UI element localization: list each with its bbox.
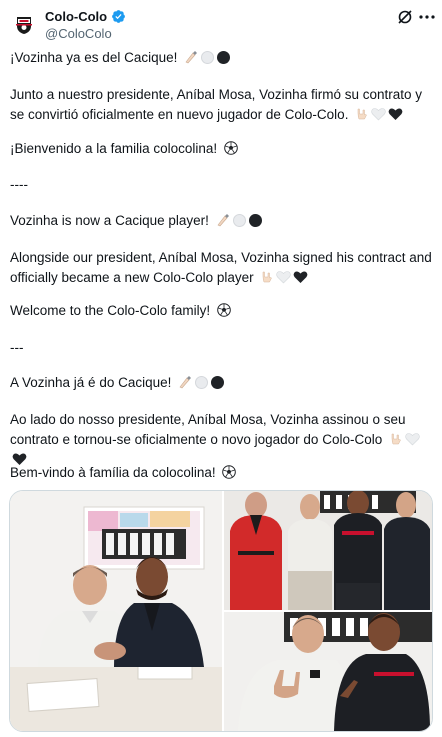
pt-body-text: Ao lado do nosso presidente, Aníbal Mosa… (10, 412, 406, 447)
black-heart-icon (388, 107, 403, 121)
post-line-en-welcome: Welcome to the Colo-Colo family! (10, 301, 435, 321)
soccer-ball-icon (222, 465, 237, 479)
white-heart-icon (276, 270, 292, 284)
post-line-es-title: ¡Vozinha ya es del Cacique! (10, 48, 435, 68)
more-options-icon[interactable] (418, 10, 436, 24)
verified-badge-icon (111, 9, 126, 24)
grok-icon[interactable] (397, 9, 413, 25)
post-line-en-body: Alongside our president, Aníbal Mosa, Vo… (10, 248, 435, 288)
group-photo[interactable] (224, 491, 432, 610)
en-welcome-text: Welcome to the Colo-Colo family! (10, 303, 211, 318)
rock-hand-icon (355, 107, 369, 121)
black-circle-icon (211, 376, 225, 389)
writing-hand-icon (178, 375, 192, 389)
writing-hand-icon (216, 213, 230, 227)
avatar[interactable] (11, 11, 37, 37)
separator-2: --- (10, 340, 24, 355)
black-circle-icon (248, 214, 262, 227)
post-line-es-welcome: ¡Bienvenido a la familia colocolina! (10, 139, 435, 159)
black-heart-icon (293, 270, 308, 284)
signing-photo[interactable] (10, 491, 222, 731)
pt-welcome-text: Bem-vindo à família da colocolina! (10, 465, 216, 480)
en-body-text: Alongside our president, Aníbal Mosa, Vo… (10, 250, 432, 285)
post-line-pt-body: Ao lado do nosso presidente, Aníbal Mosa… (10, 410, 435, 470)
media-grid (9, 490, 433, 732)
writing-hand-icon (184, 50, 198, 64)
white-heart-icon (405, 432, 420, 446)
rock-hand-icon (260, 270, 274, 284)
colo-colo-crest-icon (11, 11, 37, 37)
post-line-es-body: Junto a nuestro presidente, Aníbal Mosa,… (10, 85, 435, 125)
pt-title-text: A Vozinha já é do Cacique! (10, 375, 172, 390)
handshake-photo[interactable] (224, 612, 432, 731)
author-handle[interactable]: @ColoColo (45, 26, 112, 41)
black-circle-icon (217, 51, 231, 64)
es-welcome-text: ¡Bienvenido a la familia colocolina! (10, 141, 218, 156)
rock-hand-icon (389, 432, 403, 446)
author-display-name[interactable]: Colo-Colo (45, 9, 107, 24)
separator-1: ---- (10, 177, 28, 192)
post-line-pt-title: A Vozinha já é do Cacique! (10, 373, 435, 393)
white-circle-icon (195, 376, 209, 389)
en-title-text: Vozinha is now a Cacique player! (10, 213, 209, 228)
post-line-en-title: Vozinha is now a Cacique player! (10, 211, 435, 231)
post-line-pt-welcome: Bem-vindo à família da colocolina! (10, 463, 435, 483)
soccer-ball-icon (224, 141, 238, 155)
white-circle-icon (232, 214, 246, 227)
white-heart-icon (371, 107, 386, 121)
es-title-text: ¡Vozinha ya es del Cacique! (10, 50, 178, 65)
post-header: Colo-Colo @ColoColo (0, 0, 442, 44)
white-circle-icon (201, 51, 215, 64)
soccer-ball-icon (217, 303, 231, 317)
